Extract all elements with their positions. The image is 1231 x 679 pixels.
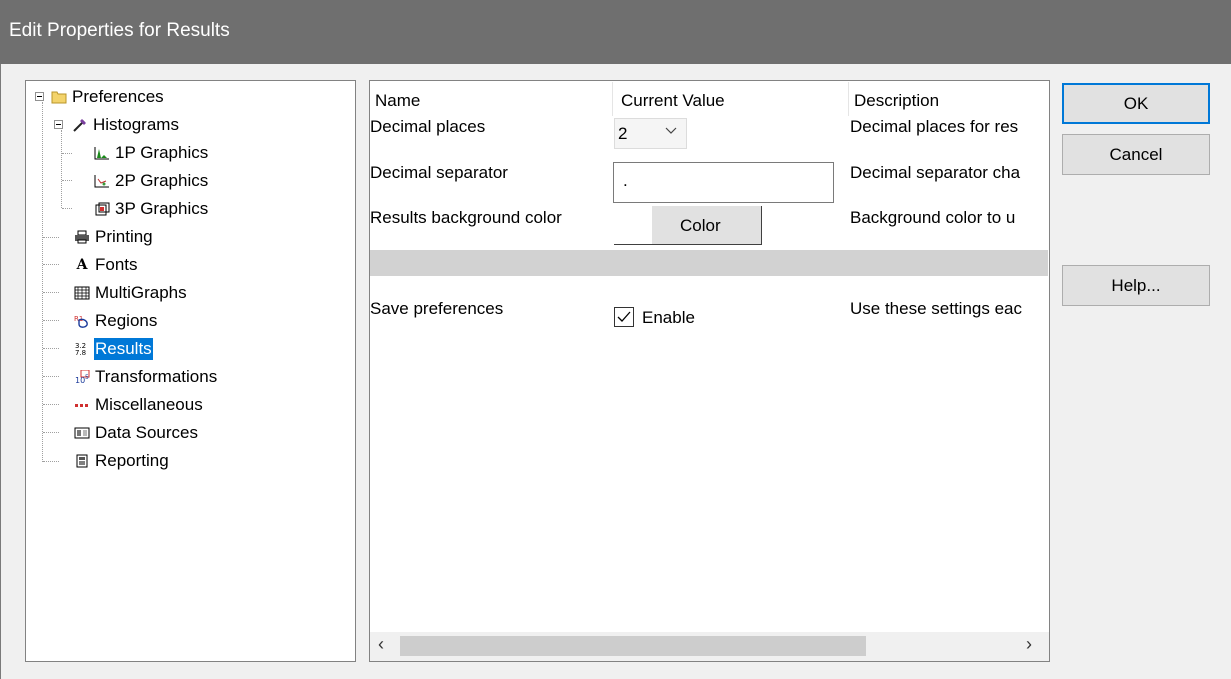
3p-graphics-icon <box>94 201 110 217</box>
folder-icon <box>51 89 67 105</box>
tree-item-multigraphs[interactable]: MultiGraphs <box>74 280 188 306</box>
tree-item-data-sources[interactable]: Data Sources <box>74 420 199 446</box>
tree-item-printing[interactable]: Printing <box>74 224 154 250</box>
tree-connector <box>43 376 59 377</box>
tree-connector <box>61 130 62 208</box>
tree-item-3p-graphics[interactable]: 3P Graphics <box>94 196 209 222</box>
column-divider[interactable] <box>848 82 849 116</box>
regions-icon: R1 <box>74 313 90 329</box>
miscellaneous-icon <box>74 397 90 413</box>
1p-graphics-icon <box>94 145 110 161</box>
tree-item-label: Histograms <box>93 115 179 134</box>
tree-item-label: Printing <box>95 227 153 246</box>
svg-text:10: 10 <box>75 376 85 384</box>
tree-connector <box>43 320 59 321</box>
tree-connector <box>43 461 59 462</box>
scroll-right-icon[interactable]: › <box>1026 634 1032 655</box>
enable-checkbox[interactable] <box>614 307 634 327</box>
decimal-separator-value: . <box>623 171 628 190</box>
tree-connector <box>62 180 72 181</box>
help-button[interactable]: Help... <box>1062 265 1210 306</box>
cancel-button[interactable]: Cancel <box>1062 134 1210 175</box>
tree-connector <box>43 237 59 238</box>
decimal-separator-input[interactable]: . <box>613 162 834 203</box>
tree-connector <box>62 208 72 209</box>
data-sources-icon <box>74 425 90 441</box>
enable-checkbox-label[interactable]: Enable <box>642 308 695 328</box>
tree-item-label: Results <box>94 338 153 360</box>
description-column-header[interactable]: Description <box>854 89 939 113</box>
tree-connector <box>42 102 43 462</box>
2p-graphics-icon <box>94 173 110 189</box>
window-title: Edit Properties for Results <box>9 20 230 41</box>
font-icon: A <box>76 257 88 273</box>
decimal-places-label: Decimal places <box>370 117 486 136</box>
printer-icon <box>74 229 90 245</box>
tree-item-2p-graphics[interactable]: 2P Graphics <box>94 168 209 194</box>
tree-item-histograms[interactable]: Histograms <box>72 112 180 138</box>
svg-text:5: 5 <box>85 374 89 381</box>
svg-text:7.8: 7.8 <box>75 349 86 356</box>
tree-item-label: 3P Graphics <box>115 199 209 218</box>
decimal-separator-description: Decimal separator cha <box>850 163 1021 182</box>
tree-item-fonts[interactable]: A Fonts <box>74 252 139 278</box>
tree-item-label: MultiGraphs <box>95 283 187 302</box>
transformations-icon: 10 5 <box>74 369 90 385</box>
tree-connector <box>43 348 59 349</box>
name-column-header[interactable]: Name <box>375 89 420 113</box>
ok-button[interactable]: OK <box>1062 83 1210 124</box>
decimal-places-value: 2 <box>618 124 628 143</box>
histogram-tool-icon <box>72 117 88 133</box>
tree-connector <box>43 432 59 433</box>
decimal-separator-label: Decimal separator <box>370 163 508 182</box>
tree-item-label: Preferences <box>72 87 164 106</box>
value-column-header[interactable]: Current Value <box>621 89 725 113</box>
tree-item-label: Transformations <box>95 367 218 386</box>
save-preferences-label: Save preferences <box>370 299 504 318</box>
tree-item-preferences[interactable]: Preferences <box>51 84 165 110</box>
color-swatch <box>614 206 652 244</box>
tree-item-miscellaneous[interactable]: Miscellaneous <box>74 392 204 418</box>
tree-item-label: 1P Graphics <box>115 143 209 162</box>
tree-item-label: Reporting <box>95 451 169 470</box>
tree-item-reporting[interactable]: Reporting <box>74 448 170 474</box>
tree-connector <box>62 153 72 154</box>
tree-item-regions[interactable]: R1 Regions <box>74 308 158 334</box>
grid-separator-row <box>370 250 1048 276</box>
tree-item-1p-graphics[interactable]: 1P Graphics <box>94 140 209 166</box>
decimal-places-select[interactable]: 2 <box>614 118 687 149</box>
collapse-histograms-button[interactable] <box>54 120 63 129</box>
chevron-down-icon <box>665 123 677 139</box>
scrollbar-thumb[interactable] <box>400 636 866 656</box>
background-color-label: Results background color <box>370 208 562 227</box>
color-button-label: Color <box>680 216 721 235</box>
collapse-preferences-button[interactable] <box>35 92 44 101</box>
multigraph-icon <box>74 285 90 301</box>
checkmark-icon <box>617 311 631 322</box>
tree-connector <box>43 292 59 293</box>
save-preferences-description: Use these settings eac <box>850 299 1022 318</box>
tree-item-results[interactable]: 3.2 7.8 Results <box>74 336 153 362</box>
tree-item-transformations[interactable]: 10 5 Transformations <box>74 364 218 390</box>
tree-item-label: Regions <box>95 311 158 330</box>
scroll-left-icon[interactable]: ‹ <box>378 634 384 655</box>
reporting-icon <box>74 453 90 469</box>
results-icon: 3.2 7.8 <box>74 341 90 357</box>
tree-item-label: Fonts <box>95 255 138 274</box>
tree-item-label: Data Sources <box>95 423 198 442</box>
title-bar[interactable]: Edit Properties for Results <box>0 0 1231 64</box>
tree-item-label: Miscellaneous <box>95 395 203 414</box>
horizontal-scrollbar[interactable]: ‹ › <box>370 632 1049 661</box>
color-button[interactable]: Color <box>614 206 762 245</box>
decimal-places-description: Decimal places for res <box>850 117 1019 136</box>
tree-item-label: 2P Graphics <box>115 171 209 190</box>
column-divider[interactable] <box>612 82 613 116</box>
tree-connector <box>43 264 59 265</box>
tree-connector <box>43 404 59 405</box>
background-color-description: Background color to u <box>850 208 1016 227</box>
